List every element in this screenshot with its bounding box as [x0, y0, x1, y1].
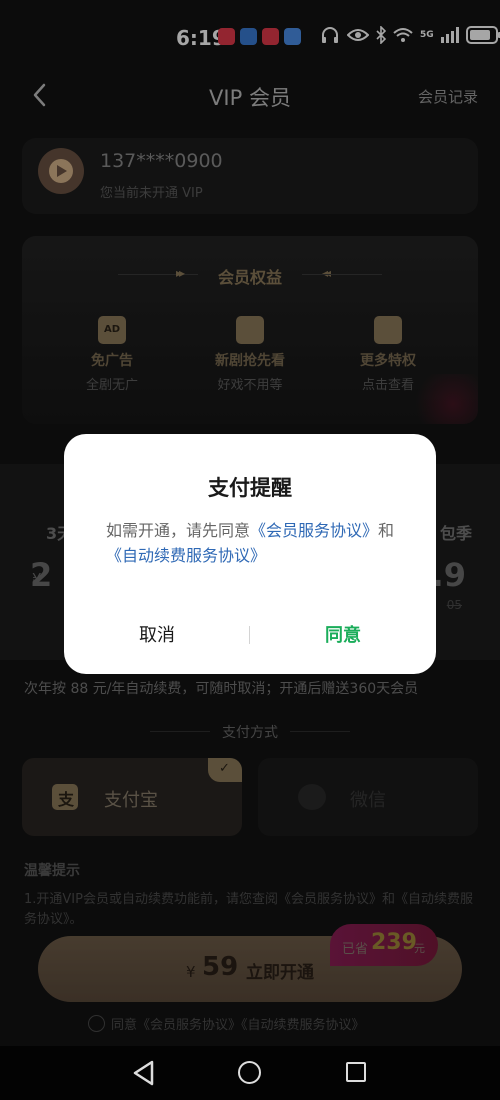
dialog-message: 如需开通，请先同意《会员服务协议》和《自动续费服务协议》	[106, 521, 395, 565]
dialog-title: 支付提醒	[208, 476, 292, 500]
nav-back-button[interactable]	[132, 1060, 156, 1086]
nav-home-button[interactable]	[238, 1061, 261, 1084]
payment-reminder-dialog: 支付提醒 如需开通，请先同意《会员服务协议》和《自动续费服务协议》 取消 同意	[64, 434, 436, 674]
nav-recents-button[interactable]	[346, 1062, 366, 1082]
system-nav-bar	[0, 1046, 500, 1100]
member-service-agreement-link[interactable]: 《会员服务协议》	[250, 521, 378, 540]
cancel-button[interactable]: 取消	[64, 614, 250, 658]
agree-button[interactable]: 同意	[250, 614, 436, 658]
auto-renew-agreement-link[interactable]: 《自动续费服务协议》	[106, 546, 266, 565]
